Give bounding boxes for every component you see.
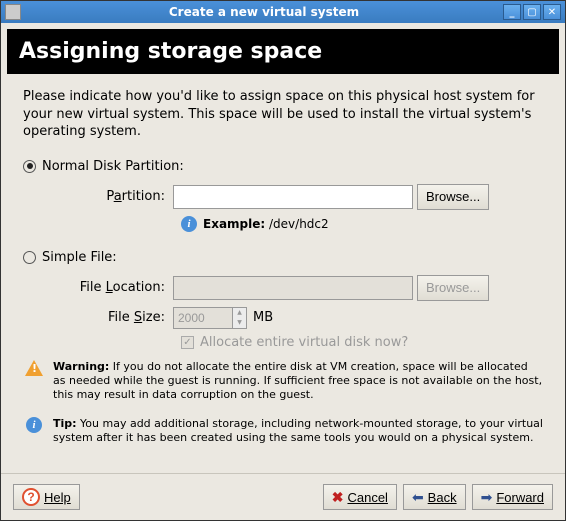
cancel-button[interactable]: ✖ Cancel	[323, 484, 397, 510]
cancel-icon: ✖	[332, 489, 344, 506]
forward-button[interactable]: ➡ Forward	[472, 484, 553, 510]
file-size-input: ▲▼	[173, 307, 247, 329]
size-unit: MB	[253, 310, 273, 325]
minimize-button[interactable]: _	[503, 4, 521, 20]
chevron-up-icon: ▲	[233, 308, 246, 318]
help-icon: ?	[22, 488, 40, 506]
file-size-label: File Size:	[23, 310, 173, 325]
help-button[interactable]: ? Help	[13, 484, 80, 510]
warning-icon	[25, 360, 43, 376]
info-icon: i	[181, 216, 197, 232]
radio-icon	[23, 251, 36, 264]
file-location-input	[173, 276, 413, 300]
intro-text: Please indicate how you'd like to assign…	[23, 88, 543, 141]
checkbox-icon: ✓	[181, 336, 194, 349]
radio-label: Simple File:	[42, 250, 117, 265]
partition-browse-button[interactable]: Browse...	[417, 184, 489, 210]
back-button[interactable]: ⬅ Back	[403, 484, 466, 510]
close-button[interactable]: ✕	[543, 4, 561, 20]
page-title: Assigning storage space	[7, 29, 559, 74]
partition-field-label: Partition:	[23, 189, 173, 204]
radio-normal-partition[interactable]: Normal Disk Partition:	[23, 159, 543, 174]
window-title: Create a new virtual system	[25, 5, 503, 19]
file-browse-button: Browse...	[417, 275, 489, 301]
chevron-down-icon: ▼	[233, 318, 246, 328]
maximize-button[interactable]: ▢	[523, 4, 541, 20]
tip-text: Tip: You may add additional storage, inc…	[53, 417, 543, 446]
info-icon: i	[26, 417, 42, 433]
arrow-right-icon: ➡	[481, 489, 493, 506]
arrow-left-icon: ⬅	[412, 489, 424, 506]
titlebar: Create a new virtual system _ ▢ ✕	[1, 1, 565, 23]
radio-label: Normal Disk Partition:	[42, 159, 184, 174]
example-text: Example: /dev/hdc2	[203, 217, 329, 231]
file-location-label: File Location:	[23, 280, 173, 295]
radio-icon	[23, 160, 36, 173]
app-icon	[5, 4, 21, 20]
warning-text: Warning: If you do not allocate the enti…	[53, 360, 543, 403]
radio-simple-file[interactable]: Simple File:	[23, 250, 543, 265]
allocate-checkbox-row: ✓ Allocate entire virtual disk now?	[181, 335, 543, 350]
allocate-label: Allocate entire virtual disk now?	[200, 335, 408, 350]
partition-input[interactable]	[173, 185, 413, 209]
